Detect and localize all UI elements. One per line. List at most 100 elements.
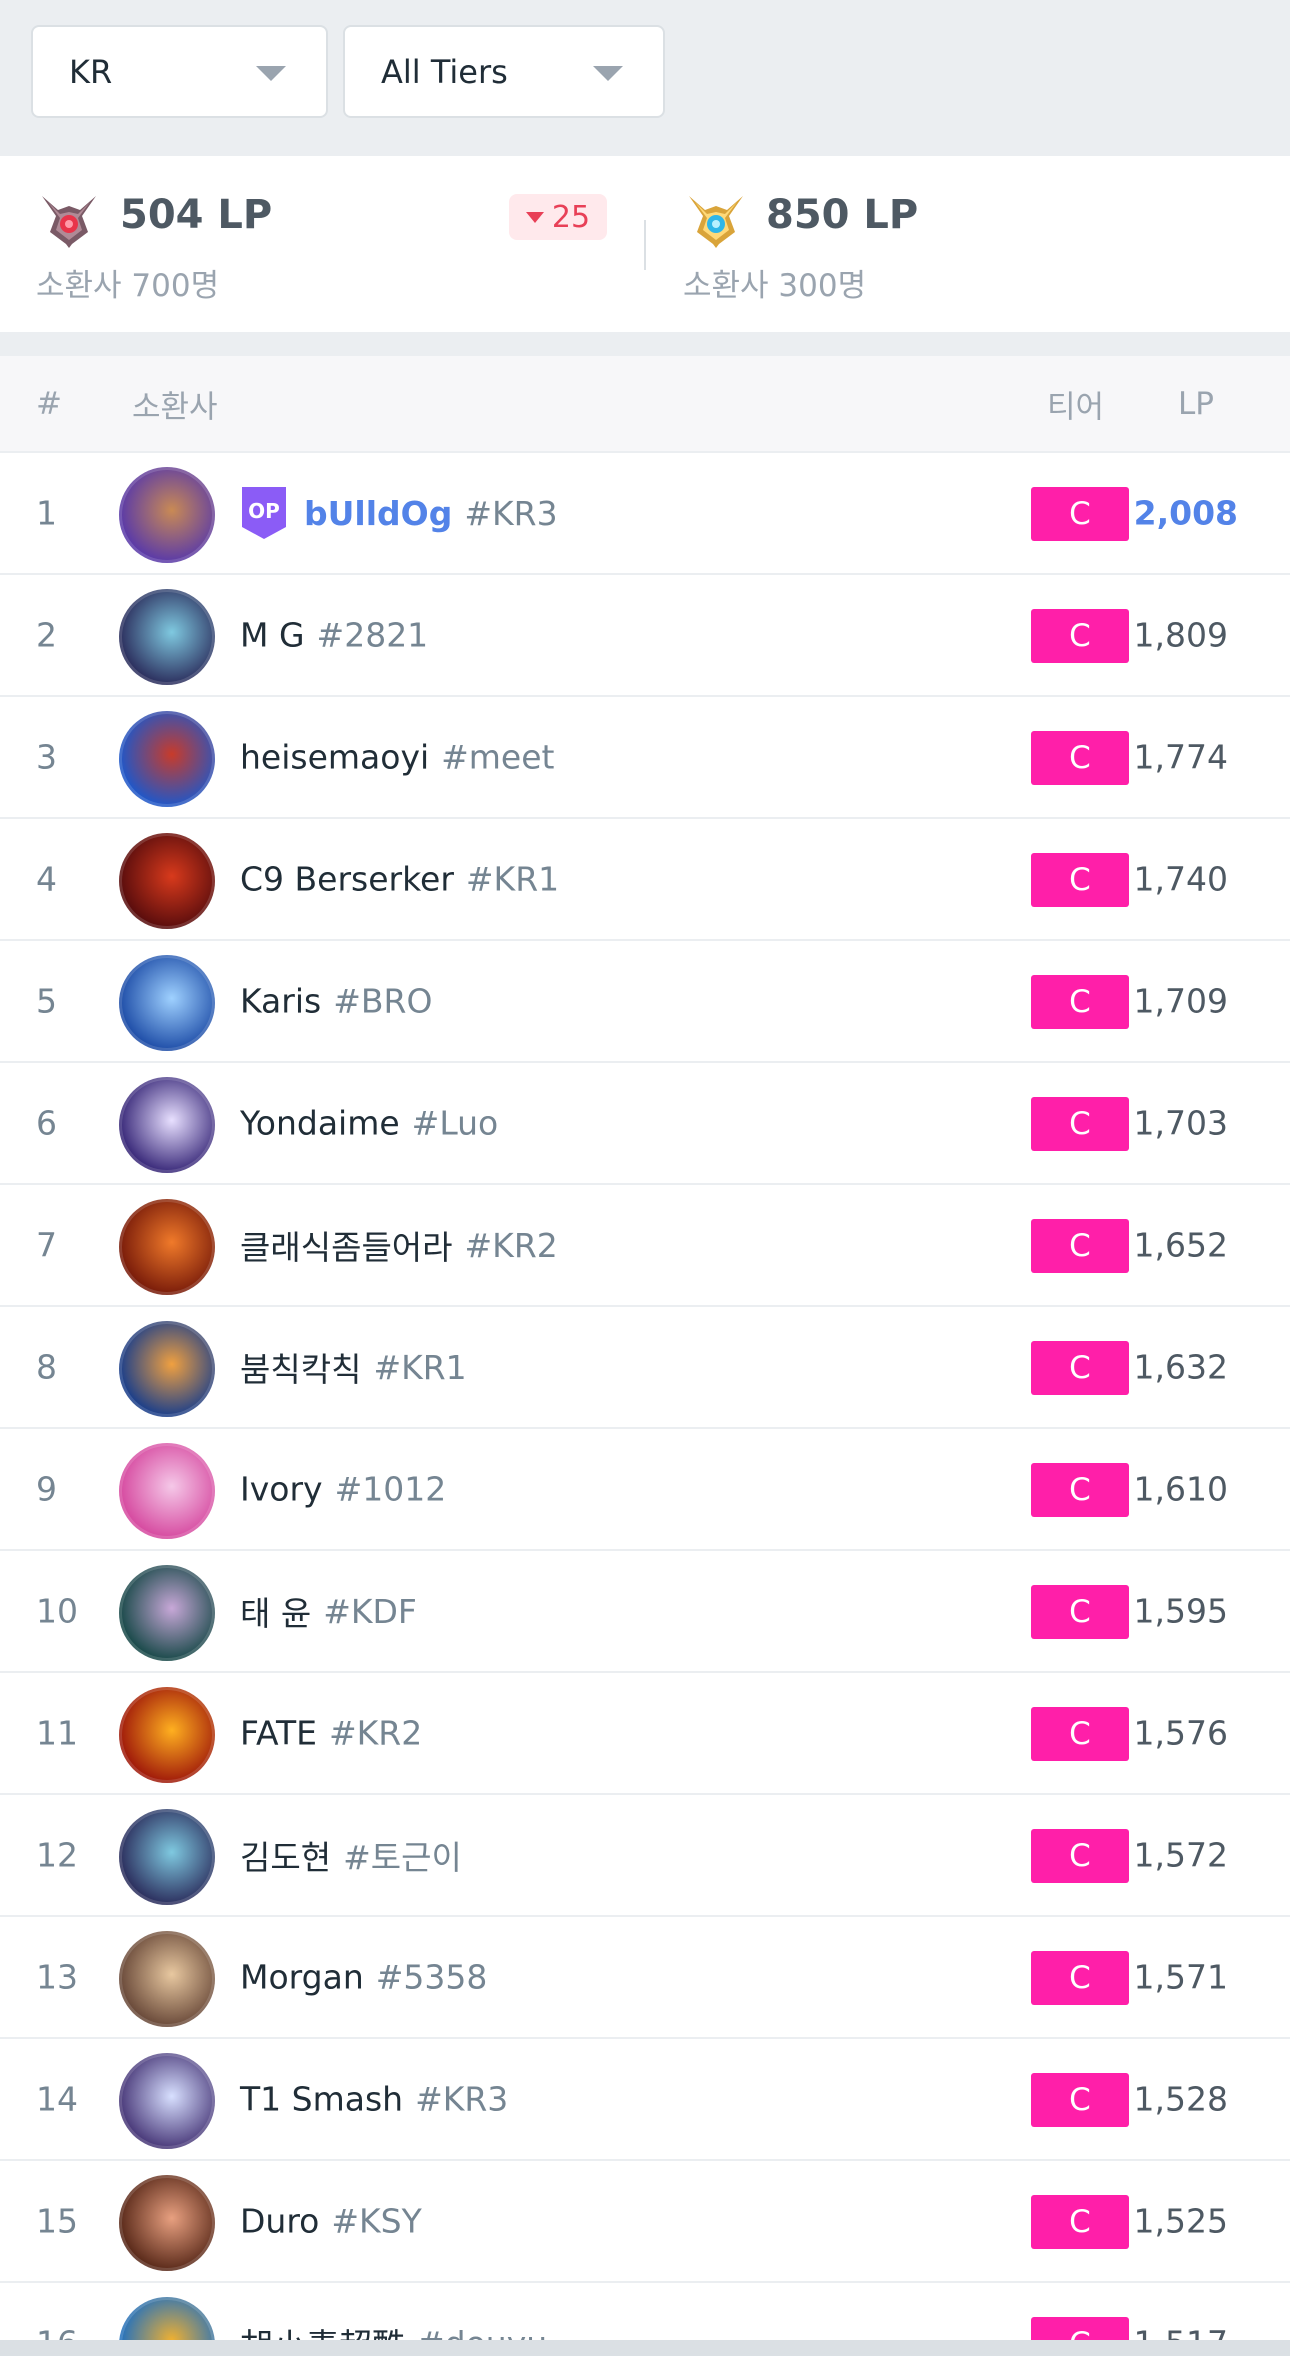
summoner-avatar[interactable]	[119, 1077, 215, 1173]
summoner-tag: #2821	[316, 615, 429, 655]
summoner-name: 태 윤	[240, 1594, 312, 1633]
summoner-avatar[interactable]	[119, 2053, 215, 2149]
op-badge-icon: OP	[242, 487, 286, 539]
table-row[interactable]: 3 heisemaoyi #meet C 1,774	[0, 697, 1290, 819]
summoner-name-link[interactable]: Ivory #1012	[240, 1470, 446, 1509]
header-tier: 티어	[1047, 389, 1105, 425]
summoner-avatar[interactable]	[119, 833, 215, 929]
summoner-avatar[interactable]	[119, 1199, 215, 1295]
rank-number: 12	[36, 1835, 78, 1875]
summoner-avatar[interactable]	[119, 2175, 215, 2271]
lp-value: 1,571	[1133, 1957, 1228, 1997]
summoner-name: Morgan	[240, 1957, 364, 1997]
chevron-down-icon	[593, 66, 623, 81]
rank-number: 2	[36, 615, 57, 655]
lp-value: 1,595	[1133, 1591, 1228, 1631]
table-row[interactable]: 4 C9 Berserker #KR1 C 1,740	[0, 819, 1290, 941]
summoner-name-link[interactable]: heisemaoyi #meet	[240, 738, 554, 777]
rank-number: 1	[36, 493, 57, 533]
summoner-name: 클래식좀들어라	[240, 1228, 453, 1267]
rank-number: 6	[36, 1103, 57, 1143]
summoner-name: C9 Berserker	[240, 859, 454, 899]
table-row[interactable]: 14 T1 Smash #KR3 C 1,528	[0, 2039, 1290, 2161]
arrow-down-icon	[525, 211, 544, 223]
table-row[interactable]: 9 Ivory #1012 C 1,610	[0, 1429, 1290, 1551]
summoner-tag: #KDF	[323, 1591, 417, 1631]
summoner-name-link[interactable]: Karis #BRO	[240, 982, 432, 1021]
table-row[interactable]: 11 FATE #KR2 C 1,576	[0, 1673, 1290, 1795]
table-row[interactable]: 6 Yondaime #Luo C 1,703	[0, 1063, 1290, 1185]
summoner-tag: #KR3	[464, 493, 558, 533]
tier-badge: C	[1031, 853, 1129, 907]
summoner-name-link[interactable]: Duro #KSY	[240, 2202, 422, 2241]
rank-number: 8	[36, 1347, 57, 1387]
summoner-avatar[interactable]	[119, 955, 215, 1051]
summoner-name-link[interactable]: 태 윤 #KDF	[240, 1587, 417, 1635]
region-select[interactable]: KR	[31, 25, 328, 118]
lp-value: 1,572	[1133, 1835, 1228, 1875]
summoner-tag: #토근이	[343, 1838, 462, 1877]
summoner-name-link[interactable]: C9 Berserker #KR1	[240, 860, 559, 899]
header-rank: #	[36, 385, 62, 422]
summoner-avatar[interactable]	[119, 1687, 215, 1783]
summoner-name: M G	[240, 615, 305, 655]
summoner-avatar[interactable]	[119, 467, 215, 563]
grandmaster-summoner-count: 소환사 700명	[36, 268, 220, 304]
challenger-summoner-count: 소환사 300명	[683, 268, 867, 304]
tier-badge: C	[1031, 1219, 1129, 1273]
summoner-name: T1 Smash	[240, 2079, 404, 2119]
table-row[interactable]: 7 클래식좀들어라 #KR2 C 1,652	[0, 1185, 1290, 1307]
grandmaster-emblem-icon	[42, 196, 96, 248]
summoner-name-link[interactable]: Yondaime #Luo	[240, 1104, 498, 1143]
tier-badge: C	[1031, 609, 1129, 663]
table-row[interactable]: 2 M G #2821 C 1,809	[0, 575, 1290, 697]
tier-badge: C	[1031, 487, 1129, 541]
summoner-name-link[interactable]: Morgan #5358	[240, 1958, 487, 1997]
table-row[interactable]: 13 Morgan #5358 C 1,571	[0, 1917, 1290, 2039]
summoner-name-link[interactable]: 붐칙칵칙 #KR1	[240, 1343, 467, 1391]
summoner-tag: #KR1	[373, 1347, 467, 1387]
summoner-avatar[interactable]	[119, 711, 215, 807]
lp-value: 1,809	[1133, 615, 1228, 655]
lp-value: 1,703	[1133, 1103, 1228, 1143]
summoner-tag: #meet	[441, 737, 555, 777]
table-row[interactable]: 8 붐칙칵칙 #KR1 C 1,632	[0, 1307, 1290, 1429]
challenger-cutoff-lp: 850 LP	[766, 192, 919, 238]
lp-value: 1,709	[1133, 981, 1228, 1021]
rank-number: 5	[36, 981, 57, 1021]
summoner-avatar[interactable]	[119, 1321, 215, 1417]
table-row[interactable]: 15 Duro #KSY C 1,525	[0, 2161, 1290, 2283]
summoner-name: bUlldOg	[304, 493, 453, 533]
summoner-name-link[interactable]: M G #2821	[240, 616, 428, 655]
summoner-name-link[interactable]: FATE #KR2	[240, 1714, 422, 1753]
header-lp: LP	[1178, 385, 1214, 422]
summoner-avatar[interactable]	[119, 1809, 215, 1905]
tier-select[interactable]: All Tiers	[343, 25, 665, 118]
summoner-name: Ivory	[240, 1469, 323, 1509]
summoner-name-link[interactable]: OP bUlldOg #KR3	[240, 485, 558, 541]
grandmaster-cutoff-lp: 504 LP	[120, 192, 273, 238]
chevron-down-icon	[256, 66, 286, 81]
tier-select-value: All Tiers	[381, 52, 508, 91]
lp-cutoff-panel: 504 LP 25 소환사 700명 850 LP 소환사 300명	[0, 156, 1290, 332]
lp-value: 1,774	[1133, 737, 1228, 777]
table-row[interactable]: 5 Karis #BRO C 1,709	[0, 941, 1290, 1063]
summoner-tag: #KR2	[328, 1713, 423, 1753]
lp-value: 1,525	[1133, 2201, 1228, 2241]
summoner-tag: #5358	[375, 1957, 488, 1997]
table-row[interactable]: 10 태 윤 #KDF C 1,595	[0, 1551, 1290, 1673]
summoner-avatar[interactable]	[119, 1565, 215, 1661]
table-row[interactable]: 12 김도현 #토근이 C 1,572	[0, 1795, 1290, 1917]
summoner-name-link[interactable]: 김도현 #토근이	[240, 1831, 462, 1879]
summoner-avatar[interactable]	[119, 589, 215, 685]
summoner-name-link[interactable]: T1 Smash #KR3	[240, 2080, 508, 2119]
summoner-name-link[interactable]: 클래식좀들어라 #KR2	[240, 1221, 558, 1269]
tier-badge: C	[1031, 731, 1129, 785]
summoner-name: 붐칙칵칙	[240, 1350, 362, 1389]
summoner-avatar[interactable]	[119, 1931, 215, 2027]
rank-number: 3	[36, 737, 57, 777]
lp-value: 1,610	[1133, 1469, 1228, 1509]
table-row[interactable]: 1 OP bUlldOg #KR3 C 2,008	[0, 453, 1290, 575]
lp-value: 1,576	[1133, 1713, 1228, 1753]
summoner-avatar[interactable]	[119, 1443, 215, 1539]
